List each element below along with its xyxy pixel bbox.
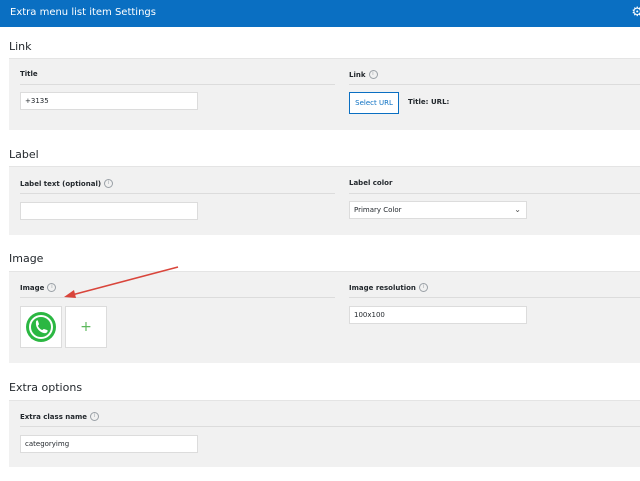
chevron-down-icon: ⌄ — [514, 205, 521, 214]
image-resolution-field-label: Image resolution i — [349, 283, 428, 292]
image-field-label: Image i — [20, 283, 57, 292]
gear-icon[interactable]: ⚙ — [631, 5, 640, 20]
label-color-field-label: Label color — [349, 179, 392, 187]
info-icon[interactable]: i — [104, 179, 114, 188]
info-icon[interactable]: i — [90, 412, 100, 421]
label-color-select[interactable]: Primary Color ⌄ — [349, 201, 527, 219]
add-image-button[interactable]: + — [65, 306, 107, 348]
info-icon[interactable]: i — [47, 283, 57, 292]
divider — [20, 193, 335, 194]
section-title-image: Image — [9, 252, 44, 265]
divider — [349, 84, 640, 85]
annotation-arrow — [64, 266, 179, 298]
divider — [349, 193, 640, 194]
extra-class-input[interactable]: categoryimg — [20, 435, 198, 453]
info-icon[interactable]: i — [368, 70, 378, 79]
window-titlebar: Extra menu list item Settings ⚙ — [0, 0, 640, 27]
image-label-text: Image — [20, 283, 45, 292]
label-text-label-text: Label text (optional) — [20, 179, 102, 188]
title-label-text: Title — [20, 70, 38, 78]
section-title-label: Label — [9, 148, 39, 161]
label-text-field-label: Label text (optional) i — [20, 179, 114, 188]
extra-class-field-label: Extra class name i — [20, 412, 100, 421]
image-thumbnail[interactable] — [20, 306, 62, 348]
section-title-link: Link — [9, 40, 32, 53]
whatsapp-icon — [26, 312, 56, 342]
label-color-label-text: Label color — [349, 179, 393, 187]
info-icon[interactable]: i — [418, 283, 428, 292]
label-text-input[interactable] — [20, 202, 198, 220]
extra-class-label-text: Extra class name — [20, 412, 88, 421]
divider — [349, 297, 640, 298]
divider — [20, 84, 335, 85]
link-title-label: Title: — [408, 98, 429, 106]
link-label-text: Link — [349, 70, 366, 79]
extra-options-panel — [9, 400, 640, 467]
image-resolution-label-text: Image resolution — [349, 283, 416, 292]
section-title-extra-options: Extra options — [9, 381, 83, 394]
link-url-label: URL: — [431, 98, 450, 106]
title-input[interactable]: +3135 — [20, 92, 198, 110]
title-field-label: Title — [20, 70, 38, 78]
label-color-value: Primary Color — [354, 206, 402, 214]
window-title: Extra menu list item Settings — [10, 7, 156, 18]
link-field-label: Link i — [349, 70, 378, 79]
select-url-button[interactable]: Select URL — [349, 92, 399, 114]
divider — [20, 426, 640, 427]
image-resolution-input[interactable]: 100x100 — [349, 306, 527, 324]
label-panel — [9, 166, 640, 235]
